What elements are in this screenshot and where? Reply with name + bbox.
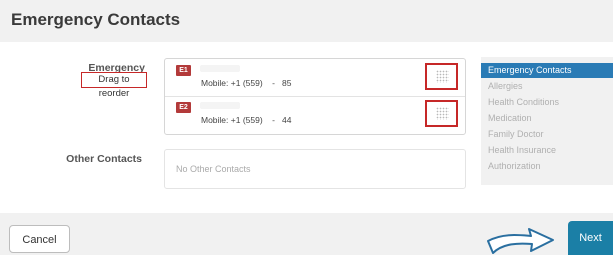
page-title: Emergency Contacts: [11, 10, 181, 29]
contact-row[interactable]: E2 Mobile: +1 (559) - 44: [165, 96, 465, 133]
arrow-right-icon: [487, 228, 554, 254]
nav-item-allergies[interactable]: Allergies: [481, 79, 613, 94]
nav-item-health-insurance[interactable]: Health Insurance: [481, 143, 613, 158]
other-contacts-list: No Other Contacts: [164, 149, 466, 189]
nav-item-family-doctor[interactable]: Family Doctor: [481, 127, 613, 142]
nav-item-health-conditions[interactable]: Health Conditions: [481, 95, 613, 110]
emergency-contacts-list: E1 Mobile: +1 (559) - 85 E2 Mobile: +1 (…: [164, 58, 466, 135]
nav-item-authorization[interactable]: Authorization: [481, 159, 613, 174]
contact-name-redacted: [200, 65, 240, 72]
drag-to-reorder-hint: Drag to reorder: [81, 72, 147, 99]
drag-handle[interactable]: [425, 100, 458, 127]
nav-item-emergency-contacts[interactable]: Emergency Contacts: [481, 63, 613, 78]
contact-badge: E1: [176, 65, 191, 76]
cancel-button[interactable]: Cancel: [9, 225, 70, 253]
contact-badge: E2: [176, 102, 191, 113]
other-contacts-empty: No Other Contacts: [176, 164, 251, 174]
page-header: Emergency Contacts: [0, 0, 613, 42]
section-nav: Emergency Contacts Allergies Health Cond…: [481, 57, 613, 185]
contact-row[interactable]: E1 Mobile: +1 (559) - 85: [165, 59, 465, 97]
drag-handle-icon: [436, 107, 449, 120]
next-button[interactable]: Next: [568, 221, 613, 255]
contact-mobile: Mobile: +1 (559) - 85: [201, 78, 292, 88]
drag-handle-icon: [436, 70, 449, 83]
drag-handle[interactable]: [425, 63, 458, 90]
contact-name-redacted: [200, 102, 240, 109]
contact-mobile: Mobile: +1 (559) - 44: [201, 115, 292, 125]
other-contacts-label: Other Contacts: [66, 153, 142, 165]
nav-item-medication[interactable]: Medication: [481, 111, 613, 126]
